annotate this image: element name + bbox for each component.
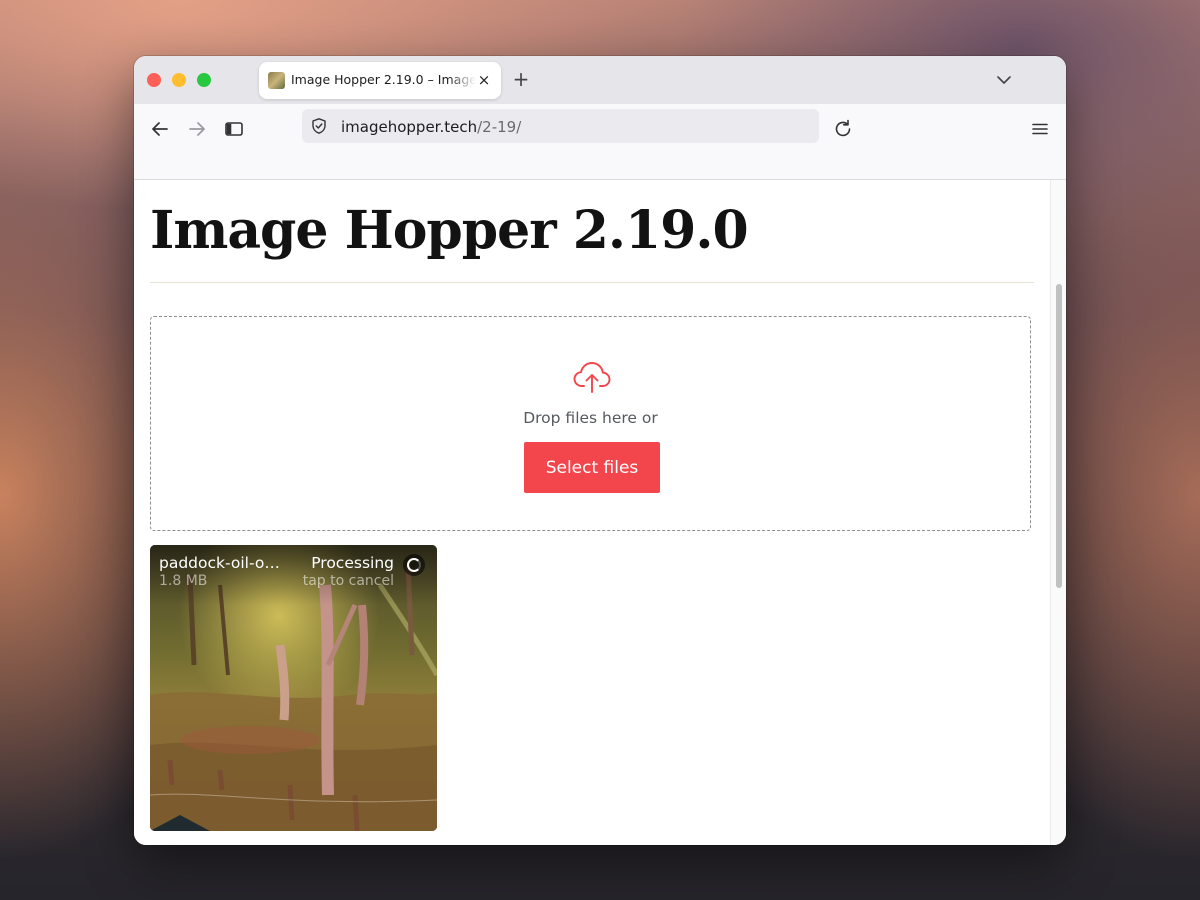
cloud-upload-icon (573, 362, 611, 393)
back-arrow-icon[interactable] (147, 116, 173, 142)
hamburger-menu-icon[interactable] (1027, 116, 1053, 142)
processing-spinner-icon[interactable] (403, 554, 425, 576)
url-host: imagehopper.tech (341, 118, 478, 136)
cancel-hint[interactable]: tap to cancel (303, 573, 394, 589)
reload-icon[interactable] (830, 116, 856, 142)
browser-window: Image Hopper 2.19.0 – Image Hopper × + i… (134, 56, 1066, 845)
select-files-button[interactable]: Select files (524, 442, 660, 493)
navigation-toolbar: imagehopper.tech/2-19/ (134, 104, 1066, 180)
close-window-button[interactable] (147, 73, 161, 87)
dropzone-prompt: Drop files here or (523, 409, 658, 427)
tab-close-icon[interactable]: × (475, 71, 493, 89)
spinner-ring (407, 558, 421, 572)
shield-icon[interactable] (310, 117, 328, 135)
file-name: paddock-oil-on-canvas.jpg (159, 554, 289, 572)
chevron-down-icon[interactable] (994, 70, 1014, 90)
address-bar[interactable]: imagehopper.tech/2-19/ (302, 109, 819, 143)
page-title: Image Hopper 2.19.0 (150, 200, 749, 261)
title-divider (150, 282, 1034, 283)
file-card[interactable]: paddock-oil-on-canvas.jpg 1.8 MB Process… (150, 545, 437, 831)
url-path: /2-19/ (477, 118, 522, 136)
vertical-scrollbar[interactable] (1050, 180, 1066, 845)
scrollbar-thumb[interactable] (1056, 284, 1062, 588)
page-content: Image Hopper 2.19.0 Drop files here or S… (134, 180, 1050, 845)
file-status: Processing (311, 554, 394, 572)
maximize-window-button[interactable] (197, 73, 211, 87)
forward-arrow-icon[interactable] (184, 116, 210, 142)
tab-bar: Image Hopper 2.19.0 – Image Hopper × + (134, 56, 1066, 104)
file-size: 1.8 MB (159, 573, 208, 589)
sidebar-toggle-icon[interactable] (221, 116, 247, 142)
tab-image-hopper[interactable]: Image Hopper 2.19.0 – Image Hopper × (259, 62, 501, 99)
file-dropzone[interactable]: Drop files here or Select files (150, 316, 1031, 531)
tab-title: Image Hopper 2.19.0 – Image Hopper (291, 72, 476, 87)
tab-favicon (268, 72, 285, 89)
minimize-window-button[interactable] (172, 73, 186, 87)
new-tab-icon[interactable]: + (510, 68, 532, 90)
url-text[interactable]: imagehopper.tech/2-19/ (341, 118, 521, 136)
